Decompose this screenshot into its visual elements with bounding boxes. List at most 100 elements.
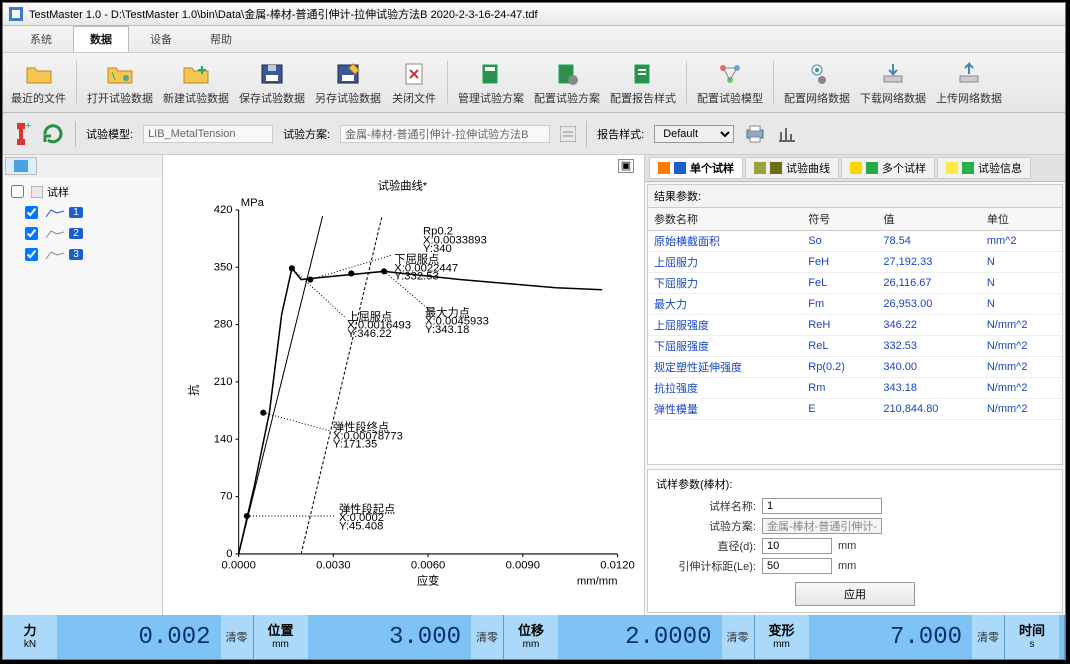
table-row[interactable]: 弹性模量E210,844.80N/mm^2 bbox=[648, 399, 1062, 420]
view-tab-试验信息[interactable]: 试验信息 bbox=[937, 157, 1031, 179]
menu-data[interactable]: 数据 bbox=[73, 26, 129, 52]
result-params-table: 参数名称符号值单位 原始横截面积So78.54mm^2上屈服力FeH27,192… bbox=[648, 208, 1062, 420]
specimen-tree-tab[interactable] bbox=[5, 157, 37, 175]
folder-open-icon bbox=[105, 60, 135, 88]
svg-text:140: 140 bbox=[214, 433, 233, 445]
table-row[interactable]: 抗拉强度Rm343.18N/mm^2 bbox=[648, 378, 1062, 399]
model-label: 试验模型: bbox=[86, 126, 133, 142]
print-icon[interactable] bbox=[744, 124, 766, 144]
table-row[interactable]: 上屈服强度ReH346.22N/mm^2 bbox=[648, 315, 1062, 336]
report-label: 报告样式: bbox=[597, 126, 644, 142]
table-row[interactable]: 下屈服力FeL26,116.67N bbox=[648, 273, 1062, 294]
close-file-button[interactable]: 关闭文件 bbox=[387, 57, 441, 108]
view-tabs: 单个试样试验曲线多个试样试验信息 bbox=[645, 155, 1065, 182]
recent-files-button[interactable]: 最近的文件 bbox=[7, 57, 70, 108]
stress-strain-chart[interactable]: 试验曲线* MPa 070140210280350420 0.00000.003… bbox=[167, 159, 638, 611]
config-test-model-button[interactable]: 配置试验模型 bbox=[693, 57, 767, 108]
specimen-params-panel: 试样参数(棒材): 试样名称: 试验方案: 直径(d): mm 引伸计标距(Le… bbox=[647, 469, 1063, 613]
save-icon bbox=[257, 60, 287, 88]
svg-text:Y:346.22: Y:346.22 bbox=[347, 328, 391, 340]
folder-recent-icon bbox=[24, 60, 54, 88]
table-row[interactable]: 上屈服力FeH27,192.33N bbox=[648, 252, 1062, 273]
chart-panel: ▣ 试验曲线* MPa 070140210280350420 0.00000.0… bbox=[163, 155, 645, 615]
table-row[interactable]: 下屈服强度ReL332.53N/mm^2 bbox=[648, 336, 1062, 357]
svg-text:210: 210 bbox=[214, 376, 233, 388]
tree-item-2[interactable]: 2 bbox=[7, 223, 158, 244]
view-tab-多个试样[interactable]: 多个试样 bbox=[841, 157, 935, 179]
config-scheme-button[interactable]: 配置试验方案 bbox=[530, 57, 604, 108]
application-window: TestMaster 1.0 - D:\TestMaster 1.0\bin\D… bbox=[2, 2, 1066, 660]
save-as-test-data-button[interactable]: 另存试验数据 bbox=[311, 57, 385, 108]
spec-name-input[interactable] bbox=[762, 498, 882, 514]
chart-settings-icon[interactable] bbox=[776, 124, 798, 144]
table-row[interactable]: 原始横截面积So78.54mm^2 bbox=[648, 231, 1062, 252]
option-bar: + 试验模型: 试验方案: 报告样式: Default bbox=[3, 113, 1065, 155]
tree-root[interactable]: 试样 bbox=[7, 181, 158, 202]
specimen-params-title: 试样参数(棒材): bbox=[656, 476, 1054, 492]
chart-expand-icon[interactable]: ▣ bbox=[618, 159, 634, 173]
view-tab-单个试样[interactable]: 单个试样 bbox=[649, 157, 743, 179]
svg-text:70: 70 bbox=[220, 491, 233, 503]
table-row[interactable]: 规定塑性延伸强度Rp(0.2)340.00N/mm^2 bbox=[648, 357, 1062, 378]
save-test-data-button[interactable]: 保存试验数据 bbox=[235, 57, 309, 108]
svg-text:0.0090: 0.0090 bbox=[506, 559, 540, 571]
apply-button[interactable]: 应用 bbox=[795, 582, 915, 606]
status-value: 3.000 bbox=[308, 615, 472, 659]
tree-item-1[interactable]: 1 bbox=[7, 202, 158, 223]
refresh-icon[interactable] bbox=[41, 122, 65, 146]
clear-button[interactable]: 清零 bbox=[471, 615, 503, 659]
net-down-icon bbox=[878, 60, 908, 88]
svg-text:Y:171.35: Y:171.35 bbox=[333, 438, 377, 450]
spec-name-label: 试样名称: bbox=[656, 498, 756, 514]
net-cfg-icon bbox=[802, 60, 832, 88]
scheme-browse-icon[interactable] bbox=[560, 126, 576, 142]
tree-item-checkbox[interactable] bbox=[25, 227, 38, 240]
result-header: 符号 bbox=[802, 208, 877, 231]
svg-text:0.0000: 0.0000 bbox=[221, 559, 255, 571]
clear-button[interactable]: 清零 bbox=[972, 615, 1004, 659]
status-bar: 力kN0.002清零位置mm3.000清零位移mm2.0000清零变形mm7.0… bbox=[3, 615, 1065, 659]
chart-y-unit: MPa bbox=[241, 197, 265, 209]
new-test-data-button[interactable]: 新建试验数据 bbox=[159, 57, 233, 108]
open-test-data-button[interactable]: 打开试验数据 bbox=[83, 57, 157, 108]
specimen-red-icon[interactable]: + bbox=[11, 121, 31, 147]
table-row[interactable]: 最大力Fm26,953.00N bbox=[648, 294, 1062, 315]
titlebar: TestMaster 1.0 - D:\TestMaster 1.0\bin\D… bbox=[3, 3, 1065, 26]
config-network-data-button[interactable]: 配置网络数据 bbox=[780, 57, 854, 108]
tree-root-checkbox[interactable] bbox=[11, 185, 24, 198]
tree-item-3[interactable]: 3 bbox=[7, 244, 158, 265]
upload-network-data-button[interactable]: 上传网络数据 bbox=[932, 57, 1006, 108]
menu-help[interactable]: 帮助 bbox=[193, 26, 249, 52]
svg-text:0: 0 bbox=[226, 548, 232, 560]
manage-scheme-button[interactable]: 管理试验方案 bbox=[454, 57, 528, 108]
status-力: 力kN0.002清零 bbox=[3, 615, 254, 659]
svg-text:应变: 应变 bbox=[417, 574, 440, 588]
tree-item-checkbox[interactable] bbox=[25, 206, 38, 219]
app-icon bbox=[9, 7, 23, 21]
book-icon bbox=[476, 60, 506, 88]
chart-title: 试验曲线* bbox=[378, 178, 428, 192]
svg-text:Y:340: Y:340 bbox=[423, 243, 452, 255]
menu-system[interactable]: 系统 bbox=[13, 26, 69, 52]
config-report-style-button[interactable]: 配置报告样式 bbox=[606, 57, 680, 108]
curve-thumb-icon bbox=[45, 208, 65, 218]
scheme-value[interactable] bbox=[340, 125, 550, 143]
svg-text:+: + bbox=[25, 121, 31, 132]
menu-device[interactable]: 设备 bbox=[133, 26, 189, 52]
book-gear-icon bbox=[552, 60, 582, 88]
clear-button[interactable]: 清零 bbox=[221, 615, 253, 659]
view-tab-试验曲线[interactable]: 试验曲线 bbox=[745, 157, 839, 179]
spec-gauge-unit: mm bbox=[838, 560, 868, 572]
status-value: 0.002 bbox=[57, 615, 221, 659]
result-header: 单位 bbox=[981, 208, 1062, 231]
spec-diameter-label: 直径(d): bbox=[656, 538, 756, 554]
clear-button[interactable]: 清零 bbox=[722, 615, 754, 659]
result-header: 参数名称 bbox=[648, 208, 802, 231]
spec-gauge-input[interactable] bbox=[762, 558, 832, 574]
tree-item-checkbox[interactable] bbox=[25, 248, 38, 261]
svg-text:0.0030: 0.0030 bbox=[316, 559, 350, 571]
report-style-select[interactable]: Default bbox=[654, 125, 734, 143]
spec-diameter-input[interactable] bbox=[762, 538, 832, 554]
svg-text:mm/mm: mm/mm bbox=[577, 576, 618, 588]
download-network-data-button[interactable]: 下载网络数据 bbox=[856, 57, 930, 108]
